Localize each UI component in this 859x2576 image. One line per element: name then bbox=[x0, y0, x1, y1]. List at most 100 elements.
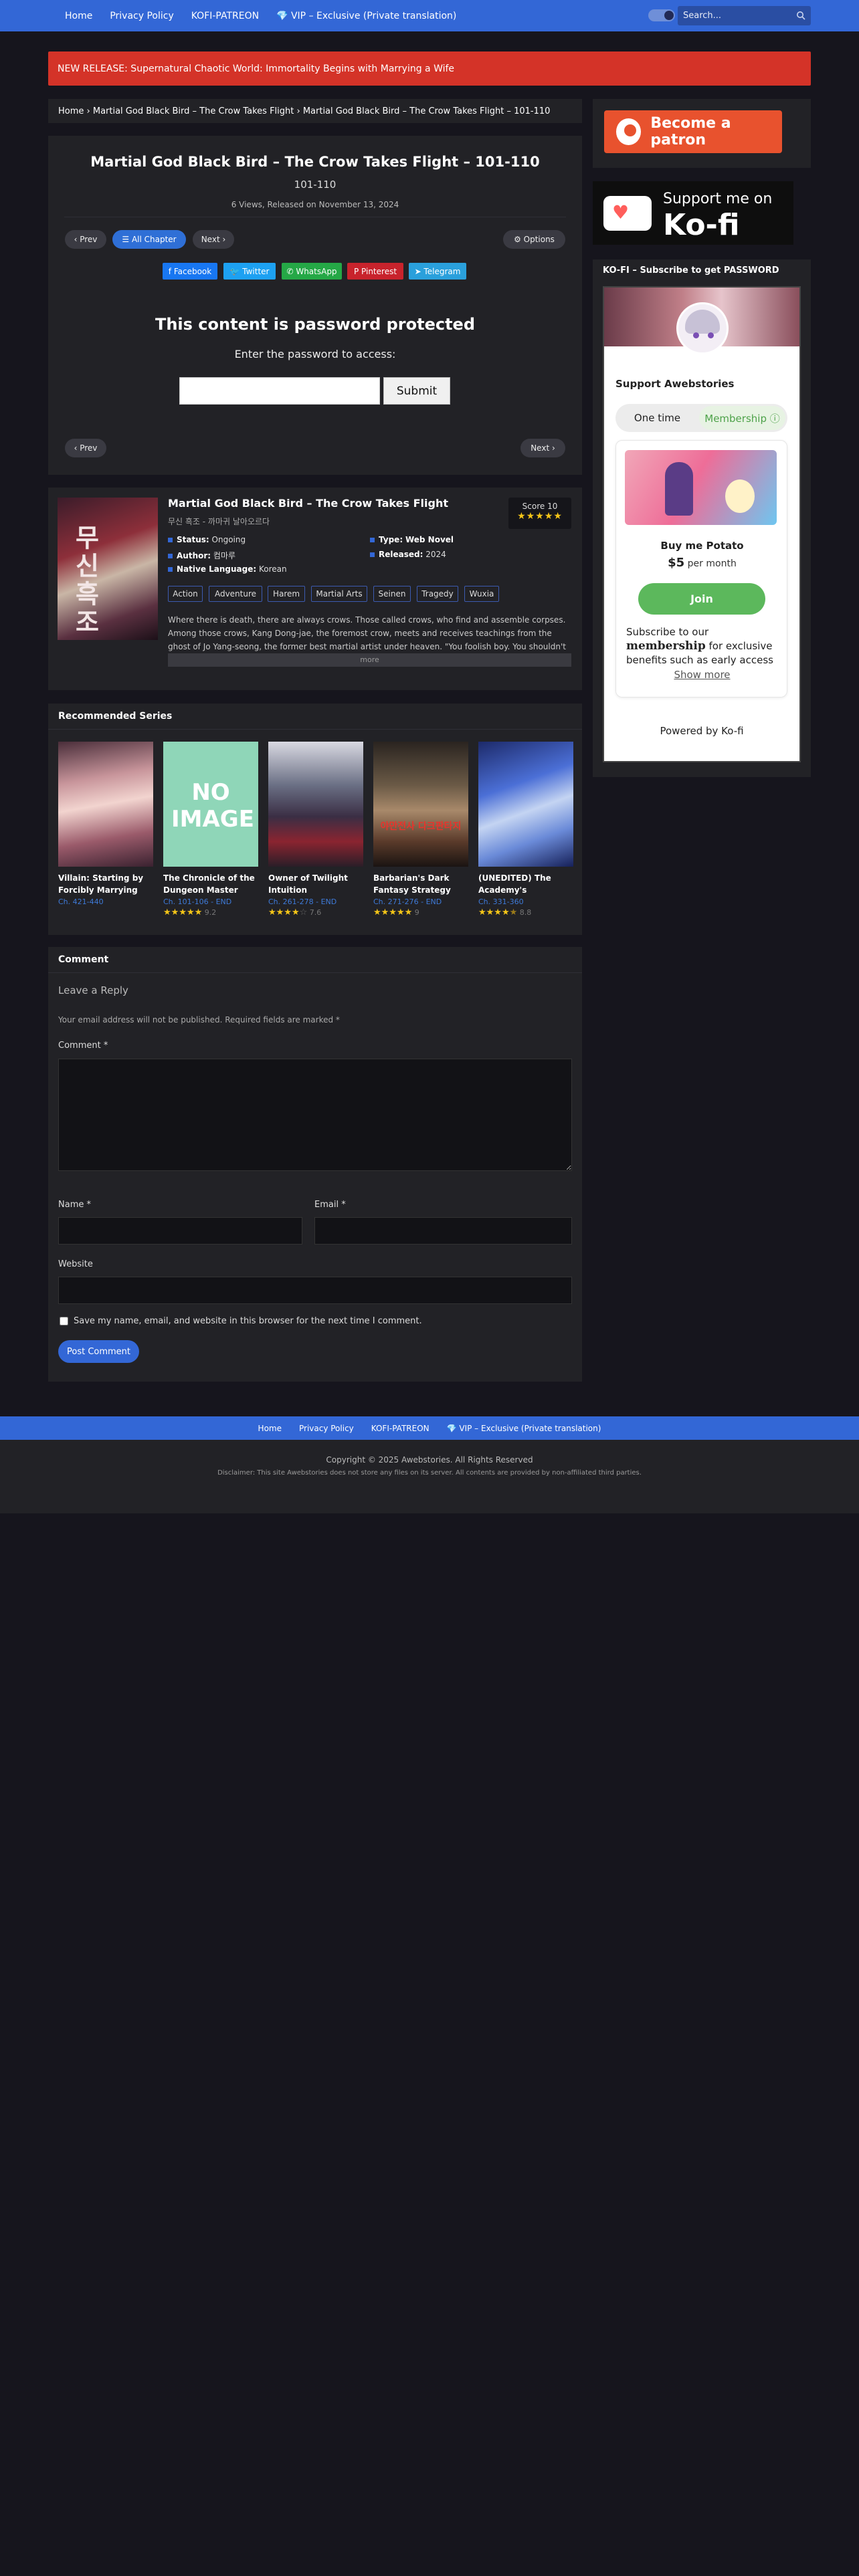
rating-value: 7.6 bbox=[309, 908, 322, 917]
series-name[interactable]: Villain: Starting by Forcibly Marrying t… bbox=[58, 872, 153, 896]
tier-image-figure bbox=[725, 479, 755, 513]
novel-title[interactable]: Martial God Black Bird – The Crow Takes … bbox=[168, 497, 448, 510]
avatar-eye bbox=[693, 332, 699, 338]
share-twitter-button[interactable]: 🐦 Twitter bbox=[223, 263, 276, 280]
series-name[interactable]: The Chronicle of the Dungeon Master of..… bbox=[163, 872, 258, 896]
powered-by-kofi[interactable]: Powered by Ko-fi bbox=[604, 725, 799, 737]
series-chapters[interactable]: Ch. 261-278 - END bbox=[268, 897, 363, 906]
share-whatsapp-button[interactable]: ✆ WhatsApp bbox=[282, 263, 342, 280]
name-input[interactable] bbox=[58, 1217, 302, 1245]
nav-vip[interactable]: 💎 VIP – Exclusive (Private translation) bbox=[276, 11, 456, 21]
patreon-logo-icon bbox=[616, 118, 642, 145]
comment-textarea[interactable] bbox=[58, 1059, 572, 1171]
patreon-widget: Become a patron bbox=[593, 99, 811, 168]
series-chapters[interactable]: Ch. 331-360 bbox=[478, 897, 573, 906]
rating-stars: ★★★★★ bbox=[163, 907, 203, 918]
announcement-banner[interactable]: NEW RELEASE: Supernatural Chaotic World:… bbox=[48, 51, 811, 86]
share-telegram-button[interactable]: ➤ Telegram bbox=[409, 263, 466, 280]
options-button[interactable]: ⚙ Options bbox=[503, 230, 565, 249]
bottom-prev-button[interactable]: ‹ Prev bbox=[65, 439, 106, 457]
tier-description: Subscribe to our membership for exclusive… bbox=[626, 625, 780, 667]
chapter-title: Martial God Black Bird – The Crow Takes … bbox=[90, 154, 540, 170]
recommended-card[interactable]: NO IMAGE The Chronicle of the Dungeon Ma… bbox=[163, 742, 258, 918]
genre-tag[interactable]: Harem bbox=[268, 586, 305, 602]
join-button[interactable]: Join bbox=[638, 583, 765, 615]
series-cover-image[interactable]: NO IMAGE bbox=[163, 742, 258, 867]
series-rating: ★★★★★ 9 bbox=[373, 907, 468, 918]
footer-nav-home[interactable]: Home bbox=[258, 1424, 282, 1433]
genre-tag[interactable]: Tragedy bbox=[417, 586, 458, 602]
type-value[interactable]: Web Novel bbox=[405, 535, 454, 544]
genre-tag[interactable]: Wuxia bbox=[464, 586, 499, 602]
next-button[interactable]: Next › bbox=[193, 230, 234, 249]
become-patron-button[interactable]: Become a patron bbox=[604, 110, 782, 153]
author-value[interactable]: 컴마루 bbox=[213, 551, 235, 560]
search-icon[interactable] bbox=[796, 11, 805, 20]
genre-tag[interactable]: Seinen bbox=[373, 586, 411, 602]
series-name[interactable]: Barbarian's Dark Fantasy Strategy Guide bbox=[373, 872, 468, 896]
save-info-checkbox[interactable] bbox=[60, 1317, 68, 1325]
email-note: Your email address will not be published… bbox=[58, 1015, 340, 1025]
genre-tag[interactable]: Martial Arts bbox=[311, 586, 367, 602]
tab-one-time[interactable]: One time bbox=[615, 404, 699, 432]
series-chapters[interactable]: Ch. 421-440 bbox=[58, 897, 153, 906]
website-input[interactable] bbox=[58, 1277, 572, 1304]
password-input[interactable] bbox=[179, 377, 380, 405]
toggle-knob bbox=[664, 11, 674, 20]
genre-tag[interactable]: Action bbox=[168, 586, 203, 602]
recommended-card[interactable]: (UNEDITED) The Academy's Weakest... Ch. … bbox=[478, 742, 573, 918]
recommended-card[interactable]: Owner of Twilight Intuition Ch. 261-278 … bbox=[268, 742, 363, 918]
all-chapter-button[interactable]: ☰ All Chapter bbox=[112, 230, 186, 249]
rating-value: 8.8 bbox=[519, 908, 532, 917]
nav-home[interactable]: Home bbox=[65, 11, 92, 21]
series-chapters[interactable]: Ch. 101-106 - END bbox=[163, 897, 258, 906]
kofi-banner[interactable]: ♥ Support me on Ko-fi bbox=[593, 181, 793, 245]
bullet-icon bbox=[168, 554, 173, 558]
share-facebook-button[interactable]: f Facebook bbox=[163, 263, 217, 280]
series-cover-image[interactable] bbox=[58, 742, 153, 867]
genre-tag[interactable]: Adventure bbox=[209, 586, 262, 602]
tab-membership[interactable]: Membership ⓘ bbox=[699, 406, 785, 430]
series-cover-image[interactable]: 야만전사 다크판타지 bbox=[373, 742, 468, 867]
name-label: Name * bbox=[58, 1200, 91, 1210]
author-row: Author: 컴마루 bbox=[168, 550, 235, 561]
comment-label: Comment * bbox=[58, 1041, 108, 1051]
prev-button[interactable]: ‹ Prev bbox=[65, 230, 106, 249]
series-name[interactable]: Owner of Twilight Intuition bbox=[268, 872, 363, 896]
series-chapters[interactable]: Ch. 271-276 - END bbox=[373, 897, 468, 906]
tier-desc-a: Subscribe to our bbox=[626, 626, 709, 638]
series-rating: ★★★★★ 8.8 bbox=[478, 907, 573, 918]
bullet-icon bbox=[168, 567, 173, 572]
status-value: Ongoing bbox=[211, 535, 246, 544]
comment-panel: Comment Leave a Reply Your email address… bbox=[48, 947, 582, 1382]
footer-nav-vip[interactable]: 💎 VIP – Exclusive (Private translation) bbox=[447, 1424, 601, 1433]
breadcrumb[interactable]: Home › Martial God Black Bird – The Crow… bbox=[48, 99, 582, 123]
novel-cover-image[interactable]: 무신흑조 bbox=[58, 498, 158, 640]
bullet-icon bbox=[370, 552, 375, 557]
share-pinterest-button[interactable]: P Pinterest bbox=[347, 263, 403, 280]
bottom-next-button[interactable]: Next › bbox=[520, 439, 565, 457]
series-cover-image[interactable] bbox=[478, 742, 573, 867]
released-value: 2024 bbox=[425, 550, 446, 559]
language-label: Native Language: bbox=[177, 564, 257, 574]
series-rating: ★★★★☆ 7.6 bbox=[268, 907, 363, 918]
nav-privacy-policy[interactable]: Privacy Policy bbox=[110, 11, 173, 21]
no-image-text: NO IMAGE bbox=[171, 779, 254, 833]
footer-nav-privacy-policy[interactable]: Privacy Policy bbox=[299, 1424, 354, 1433]
footer-nav-kofi-patreon[interactable]: KOFI-PATREON bbox=[371, 1424, 430, 1433]
synopsis-more-button[interactable]: more bbox=[168, 653, 571, 667]
email-input[interactable] bbox=[314, 1217, 572, 1245]
recommended-card[interactable]: Villain: Starting by Forcibly Marrying t… bbox=[58, 742, 153, 906]
tier-image bbox=[625, 450, 777, 525]
series-cover-image[interactable] bbox=[268, 742, 363, 867]
nav-kofi-patreon[interactable]: KOFI-PATREON bbox=[191, 11, 259, 21]
recommended-card[interactable]: 야만전사 다크판타지 Barbarian's Dark Fantasy Stra… bbox=[373, 742, 468, 918]
comment-title: Comment bbox=[58, 954, 109, 965]
dark-mode-toggle[interactable] bbox=[648, 9, 675, 21]
series-name[interactable]: (UNEDITED) The Academy's Weakest... bbox=[478, 872, 573, 896]
show-more-link[interactable]: Show more bbox=[616, 669, 788, 681]
tier-desc-b: membership bbox=[626, 639, 706, 653]
password-submit-button[interactable]: Submit bbox=[383, 377, 450, 405]
post-comment-button[interactable]: Post Comment bbox=[58, 1340, 139, 1363]
search-input[interactable] bbox=[683, 9, 797, 23]
